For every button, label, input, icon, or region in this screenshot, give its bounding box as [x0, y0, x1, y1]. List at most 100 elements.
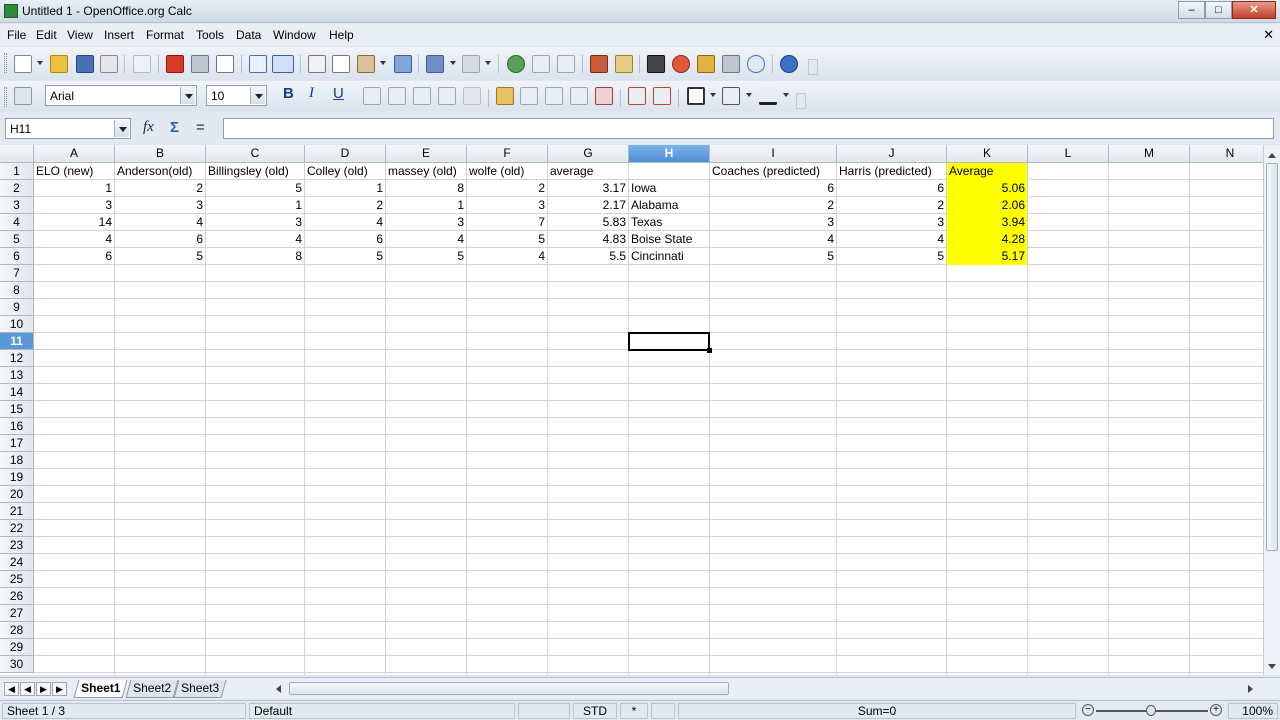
cell-c3[interactable]: 1 — [206, 197, 304, 214]
cell-d5[interactable]: 6 — [305, 231, 385, 248]
maximize-button[interactable]: □ — [1205, 1, 1232, 19]
cell-b6[interactable]: 5 — [115, 248, 205, 265]
sheet-tab-sheet3[interactable]: Sheet3 — [173, 680, 227, 698]
cell-f3[interactable]: 3 — [467, 197, 547, 214]
cell-d2[interactable]: 1 — [305, 180, 385, 197]
row-header-18[interactable]: 18 — [0, 452, 34, 469]
help-icon[interactable] — [780, 55, 798, 73]
previous-sheet-icon[interactable]: ◀ — [20, 682, 35, 696]
clone-formatting-icon[interactable] — [394, 55, 412, 73]
function-icon[interactable]: = — [196, 119, 205, 136]
print-icon[interactable] — [191, 55, 209, 73]
redo-dropdown-icon[interactable] — [485, 61, 491, 65]
cut-icon[interactable] — [308, 55, 326, 73]
cell-a2[interactable]: 1 — [34, 180, 114, 197]
cell-f1[interactable]: wolfe (old) — [467, 163, 547, 180]
cell-a6[interactable]: 6 — [34, 248, 114, 265]
sort-descending-icon[interactable] — [557, 55, 575, 73]
cell-d1[interactable]: Colley (old) — [305, 163, 385, 180]
row-header-4[interactable]: 4 — [0, 214, 34, 231]
autospellcheck-icon[interactable] — [272, 55, 294, 73]
cell-h5[interactable]: Boise State — [629, 231, 709, 248]
row-header-21[interactable]: 21 — [0, 503, 34, 520]
cell-b1[interactable]: Anderson(old) — [115, 163, 205, 180]
show-draw-functions-icon[interactable] — [615, 55, 633, 73]
column-header-b[interactable]: B — [115, 145, 206, 163]
column-header-k[interactable]: K — [947, 145, 1028, 163]
paste-icon[interactable] — [357, 55, 375, 73]
cell-f4[interactable]: 7 — [467, 214, 547, 231]
row-header-2[interactable]: 2 — [0, 180, 34, 197]
row-header-5[interactable]: 5 — [0, 231, 34, 248]
scroll-right-icon[interactable] — [1248, 685, 1253, 693]
first-sheet-icon[interactable]: ◀ — [4, 682, 19, 696]
toolbar-grip[interactable] — [4, 53, 7, 73]
delete-decimal-icon[interactable] — [595, 87, 613, 105]
font-size-box[interactable]: 10 — [206, 85, 267, 106]
last-sheet-icon[interactable]: ▶ — [52, 682, 67, 696]
row-header-14[interactable]: 14 — [0, 384, 34, 401]
function-wizard-icon[interactable]: fx — [143, 119, 154, 136]
cell-k3[interactable]: 2.06 — [947, 197, 1027, 214]
chart-icon[interactable] — [590, 55, 608, 73]
bold-button[interactable]: B — [283, 85, 294, 102]
page-style[interactable]: Default — [249, 703, 515, 719]
next-sheet-icon[interactable]: ▶ — [36, 682, 51, 696]
cell-b5[interactable]: 6 — [115, 231, 205, 248]
borders-dropdown-icon[interactable] — [710, 93, 716, 97]
row-header-25[interactable]: 25 — [0, 571, 34, 588]
zoom-slider-knob[interactable] — [1146, 705, 1156, 716]
zoom-in-icon[interactable]: + — [1210, 704, 1222, 716]
hyperlink-icon[interactable] — [507, 55, 525, 73]
new-document-icon[interactable] — [14, 55, 32, 73]
vertical-scroll-thumb[interactable] — [1266, 163, 1278, 551]
cell-k5[interactable]: 4.28 — [947, 231, 1027, 248]
cell-j4[interactable]: 3 — [837, 214, 946, 231]
cell-a4[interactable]: 14 — [34, 214, 114, 231]
column-header-a[interactable]: A — [34, 145, 115, 163]
cell-e2[interactable]: 8 — [386, 180, 466, 197]
cell-b3[interactable]: 3 — [115, 197, 205, 214]
align-center-icon[interactable] — [388, 87, 406, 105]
select-all-corner[interactable] — [0, 145, 34, 163]
row-header-26[interactable]: 26 — [0, 588, 34, 605]
menu-view[interactable]: View — [67, 28, 93, 42]
cell-f5[interactable]: 5 — [467, 231, 547, 248]
fill-handle[interactable] — [707, 348, 712, 353]
spreadsheet-grid[interactable]: A B C D E F G H I J K L M N 1 2 3 4 5 6 7 8 9 10 11 12 13 14 15 16 17 1… — [0, 145, 1263, 675]
formula-input[interactable] — [223, 118, 1274, 139]
cell-i1[interactable]: Coaches (predicted) — [710, 163, 836, 180]
find-replace-icon[interactable] — [647, 55, 665, 73]
row-header-12[interactable]: 12 — [0, 350, 34, 367]
edit-file-icon[interactable] — [133, 55, 151, 73]
cell-h1[interactable] — [629, 163, 709, 180]
page-preview-icon[interactable] — [216, 55, 234, 73]
zoom-out-icon[interactable]: − — [1082, 704, 1094, 716]
row-header-6[interactable]: 6 — [0, 248, 34, 265]
row-header-24[interactable]: 24 — [0, 554, 34, 571]
row-header-30[interactable]: 30 — [0, 656, 34, 673]
cell-c1[interactable]: Billingsley (old) — [206, 163, 304, 180]
cell-e3[interactable]: 1 — [386, 197, 466, 214]
cell-h2[interactable]: Iowa — [629, 180, 709, 197]
row-header-10[interactable]: 10 — [0, 316, 34, 333]
column-header-n[interactable]: N — [1190, 145, 1263, 163]
cell-b2[interactable]: 2 — [115, 180, 205, 197]
cell-f6[interactable]: 4 — [467, 248, 547, 265]
align-right-icon[interactable] — [413, 87, 431, 105]
column-header-l[interactable]: L — [1028, 145, 1109, 163]
menu-edit[interactable]: Edit — [36, 28, 57, 42]
scroll-up-icon[interactable] — [1268, 153, 1276, 158]
cell-i5[interactable]: 4 — [710, 231, 836, 248]
italic-button[interactable]: I — [309, 85, 314, 102]
zoom-icon[interactable] — [747, 55, 765, 73]
column-header-f[interactable]: F — [467, 145, 548, 163]
sum-icon[interactable]: Σ — [170, 119, 179, 136]
row-header-23[interactable]: 23 — [0, 537, 34, 554]
save-icon[interactable] — [76, 55, 94, 73]
row-header-11[interactable]: 11 — [0, 333, 34, 350]
background-color-dropdown-icon[interactable] — [746, 93, 752, 97]
cell-k4[interactable]: 3.94 — [947, 214, 1027, 231]
add-decimal-icon[interactable] — [570, 87, 588, 105]
menu-insert[interactable]: Insert — [104, 28, 134, 42]
